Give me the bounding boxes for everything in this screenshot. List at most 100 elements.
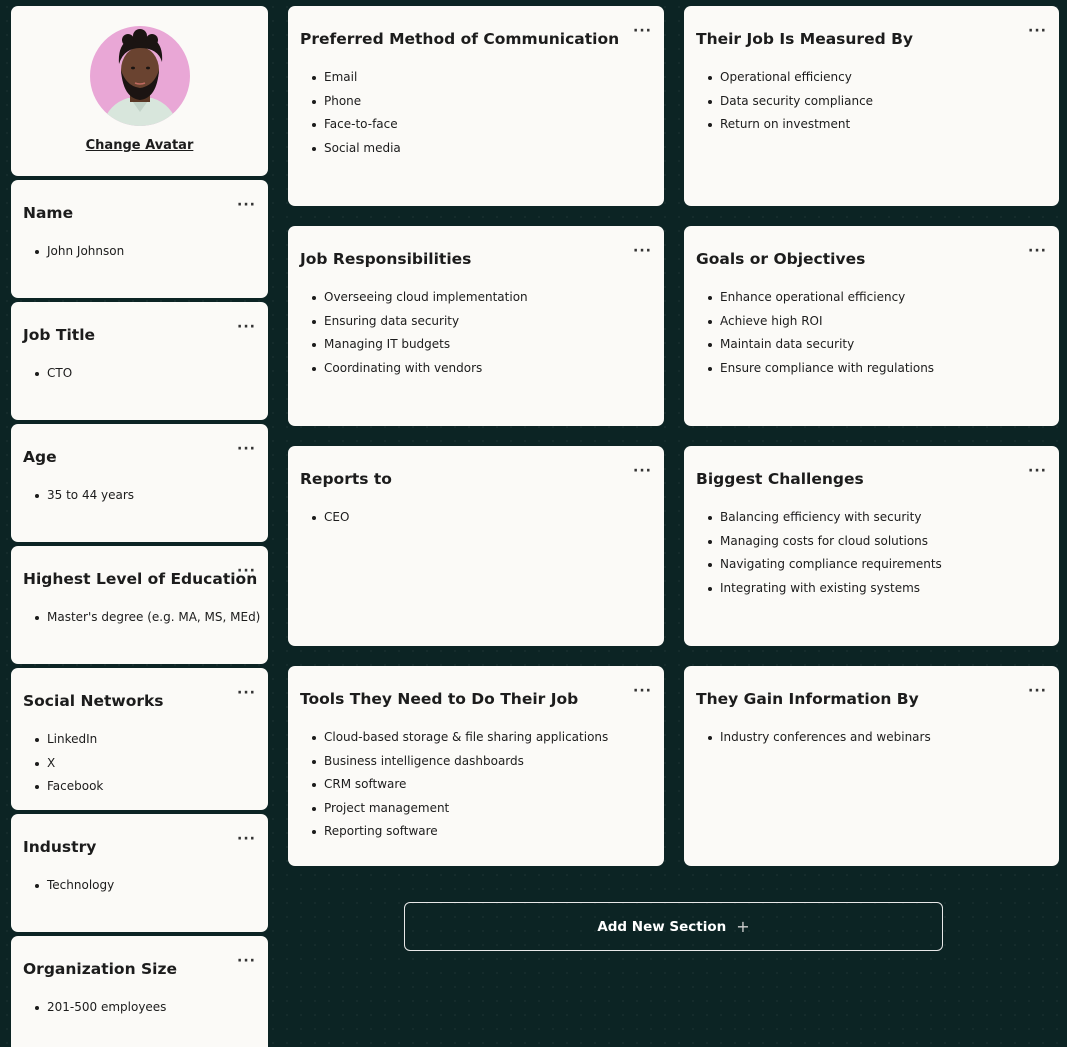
- ellipsis-icon[interactable]: ···: [237, 320, 256, 334]
- list-item: Coordinating with vendors: [312, 357, 528, 381]
- card-gain-information: They Gain Information By ··· Industry co…: [684, 666, 1059, 866]
- card-title: Industry: [23, 838, 97, 856]
- card-list: Operational efficiency Data security com…: [708, 66, 873, 137]
- card-list: Balancing efficiency with security Manag…: [708, 506, 942, 600]
- card-list: Master's degree (e.g. MA, MS, MEd): [35, 606, 260, 630]
- card-title: Reports to: [300, 470, 392, 488]
- list-item: Integrating with existing systems: [708, 577, 942, 601]
- list-item: Overseeing cloud implementation: [312, 286, 528, 310]
- card-list: Enhance operational efficiency Achieve h…: [708, 286, 934, 380]
- list-item: 201-500 employees: [35, 996, 166, 1020]
- avatar-card: Change Avatar: [11, 6, 268, 176]
- list-item: Cloud-based storage & file sharing appli…: [312, 726, 608, 750]
- card-list: Technology: [35, 874, 114, 898]
- list-item: John Johnson: [35, 240, 124, 264]
- list-item: LinkedIn: [35, 728, 103, 752]
- ellipsis-icon[interactable]: ···: [237, 832, 256, 846]
- card-organization-size: Organization Size ··· 201-500 employees: [11, 936, 268, 1047]
- ellipsis-icon[interactable]: ···: [237, 686, 256, 700]
- card-title: Organization Size: [23, 960, 178, 978]
- ellipsis-icon[interactable]: ···: [237, 564, 256, 578]
- ellipsis-icon[interactable]: ···: [633, 684, 652, 698]
- list-item: Managing costs for cloud solutions: [708, 530, 942, 554]
- list-item: Operational efficiency: [708, 66, 873, 90]
- list-item: Technology: [35, 874, 114, 898]
- ellipsis-icon[interactable]: ···: [633, 244, 652, 258]
- card-biggest-challenges: Biggest Challenges ··· Balancing efficie…: [684, 446, 1059, 646]
- ellipsis-icon[interactable]: ···: [237, 198, 256, 212]
- list-item: X: [35, 752, 103, 776]
- card-list: LinkedIn X Facebook: [35, 728, 103, 799]
- card-title: They Gain Information By: [696, 690, 919, 708]
- card-job-title: Job Title ··· CTO: [11, 302, 268, 420]
- card-list: 35 to 44 years: [35, 484, 134, 508]
- add-new-section-button[interactable]: Add New Section +: [404, 902, 943, 951]
- card-title: Biggest Challenges: [696, 470, 864, 488]
- card-title: Social Networks: [23, 692, 164, 710]
- list-item: CEO: [312, 506, 349, 530]
- ellipsis-icon[interactable]: ···: [1028, 684, 1047, 698]
- ellipsis-icon[interactable]: ···: [633, 464, 652, 478]
- card-tools: Tools They Need to Do Their Job ··· Clou…: [288, 666, 664, 866]
- card-list: Cloud-based storage & file sharing appli…: [312, 726, 608, 844]
- list-item: Face-to-face: [312, 113, 401, 137]
- avatar[interactable]: [90, 26, 190, 126]
- card-title: Tools They Need to Do Their Job: [300, 690, 579, 708]
- ellipsis-icon[interactable]: ···: [633, 24, 652, 38]
- ellipsis-icon[interactable]: ···: [1028, 464, 1047, 478]
- card-title: Job Title: [23, 326, 96, 344]
- list-item: Balancing efficiency with security: [708, 506, 942, 530]
- add-new-section-label: Add New Section: [597, 918, 727, 935]
- ellipsis-icon[interactable]: ···: [1028, 24, 1047, 38]
- list-item: Achieve high ROI: [708, 310, 934, 334]
- card-reports-to: Reports to ··· CEO: [288, 446, 664, 646]
- list-item: 35 to 44 years: [35, 484, 134, 508]
- card-preferred-communication: Preferred Method of Communication ··· Em…: [288, 6, 664, 206]
- list-item: Project management: [312, 797, 608, 821]
- card-list: CEO: [312, 506, 349, 530]
- ellipsis-icon[interactable]: ···: [237, 442, 256, 456]
- list-item: Return on investment: [708, 113, 873, 137]
- list-item: Business intelligence dashboards: [312, 750, 608, 774]
- list-item: Social media: [312, 137, 401, 161]
- person-avatar-illustration: [90, 26, 190, 126]
- card-list: 201-500 employees: [35, 996, 166, 1020]
- card-title: Name: [23, 204, 74, 222]
- card-title: Age: [23, 448, 57, 466]
- card-list: Overseeing cloud implementation Ensuring…: [312, 286, 528, 380]
- card-title: Highest Level of Education: [23, 570, 258, 588]
- list-item: Maintain data security: [708, 333, 934, 357]
- list-item: Email: [312, 66, 401, 90]
- card-list: John Johnson: [35, 240, 124, 264]
- card-job-responsibilities: Job Responsibilities ··· Overseeing clou…: [288, 226, 664, 426]
- list-item: Facebook: [35, 775, 103, 799]
- list-item: Ensure compliance with regulations: [708, 357, 934, 381]
- list-item: Data security compliance: [708, 90, 873, 114]
- card-title: Goals or Objectives: [696, 250, 866, 268]
- list-item: Reporting software: [312, 820, 608, 844]
- card-goals-objectives: Goals or Objectives ··· Enhance operatio…: [684, 226, 1059, 426]
- card-list: Email Phone Face-to-face Social media: [312, 66, 401, 160]
- card-title: Job Responsibilities: [300, 250, 472, 268]
- plus-icon: +: [736, 917, 750, 936]
- card-list: CTO: [35, 362, 72, 386]
- card-education: Highest Level of Education ··· Master's …: [11, 546, 268, 664]
- list-item: CRM software: [312, 773, 608, 797]
- card-social-networks: Social Networks ··· LinkedIn X Facebook: [11, 668, 268, 810]
- card-list: Industry conferences and webinars: [708, 726, 931, 750]
- card-industry: Industry ··· Technology: [11, 814, 268, 932]
- list-item: Navigating compliance requirements: [708, 553, 942, 577]
- list-item: Ensuring data security: [312, 310, 528, 334]
- change-avatar-link[interactable]: Change Avatar: [11, 138, 268, 153]
- list-item: Phone: [312, 90, 401, 114]
- ellipsis-icon[interactable]: ···: [1028, 244, 1047, 258]
- list-item: Managing IT budgets: [312, 333, 528, 357]
- ellipsis-icon[interactable]: ···: [237, 954, 256, 968]
- card-name: Name ··· John Johnson: [11, 180, 268, 298]
- card-age: Age ··· 35 to 44 years: [11, 424, 268, 542]
- list-item: Master's degree (e.g. MA, MS, MEd): [35, 606, 260, 630]
- card-title: Their Job Is Measured By: [696, 30, 913, 48]
- list-item: Industry conferences and webinars: [708, 726, 931, 750]
- list-item: Enhance operational efficiency: [708, 286, 934, 310]
- card-title: Preferred Method of Communication: [300, 30, 620, 48]
